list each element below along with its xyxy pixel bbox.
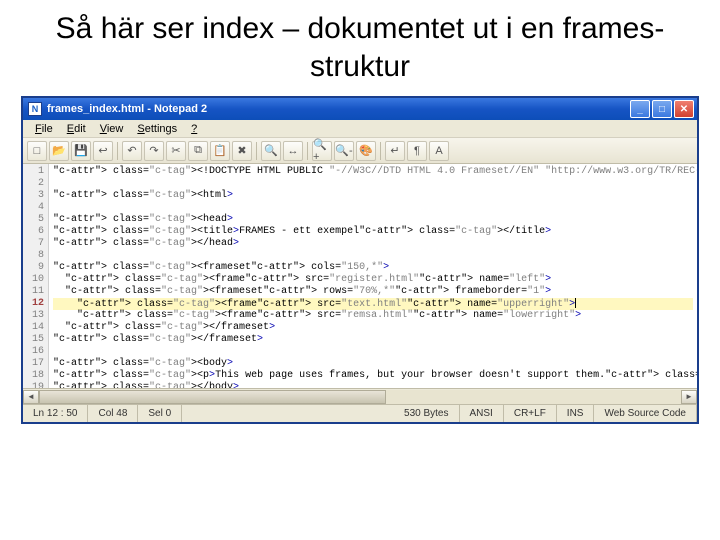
- toolbar-sep: [307, 142, 308, 160]
- status-size: 530 Bytes: [394, 405, 459, 422]
- open-icon[interactable]: 📂: [49, 141, 69, 161]
- copy-icon[interactable]: ⧉: [188, 141, 208, 161]
- toolbar-sep: [117, 142, 118, 160]
- menu-help[interactable]: ?: [184, 121, 204, 137]
- toolbar: □ 📂 💾 ↩ ↶ ↷ ✂ ⧉ 📋 ✖ 🔍 ↔ 🔍+ 🔍- 🎨 ↵ ¶ A: [23, 138, 697, 164]
- line-gutter: 1234567891011121314151617181920: [23, 164, 49, 388]
- status-eol: CR+LF: [504, 405, 557, 422]
- maximize-button[interactable]: □: [652, 100, 672, 118]
- close-button[interactable]: ✕: [674, 100, 694, 118]
- status-selection: Sel 0: [138, 405, 182, 422]
- undo-icon[interactable]: ↶: [122, 141, 142, 161]
- menu-view[interactable]: View: [93, 121, 131, 137]
- scroll-track[interactable]: [39, 390, 681, 404]
- toolbar-sep: [380, 142, 381, 160]
- find-icon[interactable]: 🔍: [261, 141, 281, 161]
- whitespace-icon[interactable]: ¶: [407, 141, 427, 161]
- code-content[interactable]: "c-attr"> class="c-tag"><!DOCTYPE HTML P…: [49, 164, 697, 388]
- status-insert: INS: [557, 405, 595, 422]
- app-icon: N: [28, 102, 42, 116]
- menu-edit[interactable]: Edit: [60, 121, 93, 137]
- editor-area[interactable]: 1234567891011121314151617181920 "c-attr"…: [23, 164, 697, 388]
- zoom-out-icon[interactable]: 🔍-: [334, 141, 354, 161]
- new-icon[interactable]: □: [27, 141, 47, 161]
- revert-icon[interactable]: ↩: [93, 141, 113, 161]
- notepad2-window: N frames_index.html - Notepad 2 _ □ ✕ Fi…: [22, 97, 698, 423]
- scheme-icon[interactable]: 🎨: [356, 141, 376, 161]
- paste-icon[interactable]: 📋: [210, 141, 230, 161]
- statusbar: Ln 12 : 50 Col 48 Sel 0 530 Bytes ANSI C…: [23, 404, 697, 422]
- menu-settings[interactable]: Settings: [130, 121, 184, 137]
- horizontal-scrollbar[interactable]: ◄ ►: [23, 388, 697, 404]
- menubar: File Edit View Settings ?: [23, 120, 697, 138]
- status-position: Ln 12 : 50: [23, 405, 88, 422]
- status-column: Col 48: [88, 405, 138, 422]
- minimize-button[interactable]: _: [630, 100, 650, 118]
- wordwrap-icon[interactable]: ↵: [385, 141, 405, 161]
- menu-file[interactable]: File: [28, 121, 60, 137]
- status-encoding: ANSI: [460, 405, 504, 422]
- font-icon[interactable]: A: [429, 141, 449, 161]
- redo-icon[interactable]: ↷: [144, 141, 164, 161]
- zoom-in-icon[interactable]: 🔍+: [312, 141, 332, 161]
- scroll-right-icon[interactable]: ►: [681, 390, 697, 404]
- cut-icon[interactable]: ✂: [166, 141, 186, 161]
- window-title: frames_index.html - Notepad 2: [47, 103, 207, 115]
- slide-title: Så här ser index – dokumentet ut i en fr…: [0, 0, 720, 91]
- scroll-left-icon[interactable]: ◄: [23, 390, 39, 404]
- toolbar-sep: [256, 142, 257, 160]
- delete-icon[interactable]: ✖: [232, 141, 252, 161]
- titlebar[interactable]: N frames_index.html - Notepad 2 _ □ ✕: [23, 98, 697, 120]
- scroll-thumb[interactable]: [39, 390, 386, 404]
- replace-icon[interactable]: ↔: [283, 141, 303, 161]
- status-filetype: Web Source Code: [594, 405, 697, 422]
- save-icon[interactable]: 💾: [71, 141, 91, 161]
